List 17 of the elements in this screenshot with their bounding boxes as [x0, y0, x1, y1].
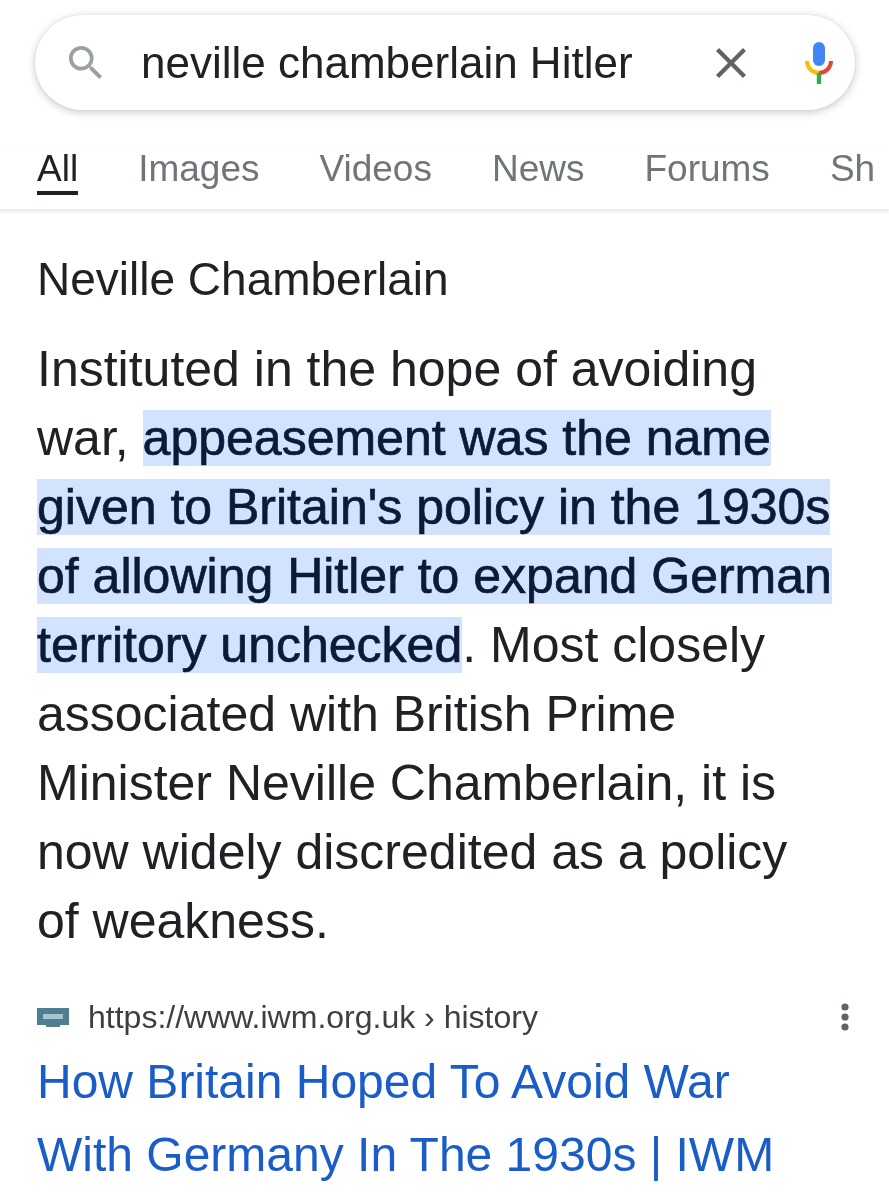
vertical-dots-icon	[840, 1003, 850, 1031]
tab[interactable]: All	[37, 145, 79, 195]
tab[interactable]: Images	[138, 145, 260, 195]
tab[interactable]: Videos	[319, 145, 432, 195]
snippet-text: Instituted in the hope of avoiding war, appeasement was the name given to Britain's policy in the 1930s of allowing Hitler to expand German territory unchecked. Most closely associated with British Prime Minister Neville Chamberlain, it is now widely discredited as a policy of weakness.	[37, 340, 833, 951]
tab[interactable]: Sh	[829, 145, 876, 195]
voice-search-button[interactable]	[802, 41, 836, 84]
result-title-link[interactable]: How Britain Hoped To Avoid War With Germany In The 1930s | IWM	[37, 1045, 807, 1191]
tab[interactable]: Forums	[644, 145, 770, 195]
search-icon	[68, 44, 104, 81]
close-icon	[716, 47, 746, 78]
tab[interactable]: News	[491, 145, 585, 195]
microphone-icon	[802, 41, 836, 84]
site-logo-icon	[37, 1007, 69, 1027]
search-field[interactable]: neville chamberlain Hitler	[141, 33, 716, 92]
result-heading: Neville Chamberlain	[37, 252, 450, 307]
result-url[interactable]: https://www.iwm.org.uk › history	[88, 997, 538, 1037]
